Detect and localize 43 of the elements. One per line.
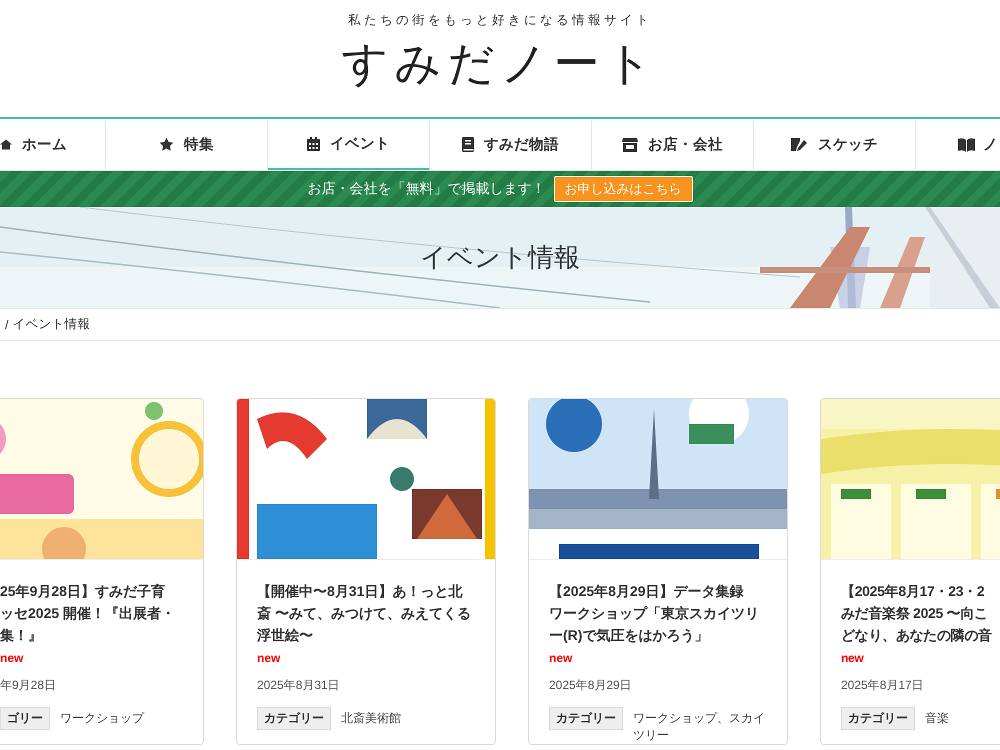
book-icon	[462, 137, 474, 152]
event-title[interactable]: 【2025年8月29日】データ集録 ワークショップ「東京スカイツリ ー(R)で気圧をはかろう」	[549, 580, 767, 646]
new-label: new	[549, 650, 572, 667]
event-title[interactable]: 25年9月28日】すみだ子育 ッセ2025 開催！『出展者・ 集！』	[0, 580, 183, 646]
category-label: カテゴリー	[257, 707, 331, 730]
home-icon	[0, 138, 12, 151]
category-value: ワークショップ	[60, 710, 144, 727]
site-tagline: 私たちの街をもっと好きになる情報サイト	[348, 12, 652, 29]
event-date: 2025年8月29日	[549, 677, 633, 694]
nav-tab[interactable]: ホーム	[0, 119, 106, 170]
nav-tab[interactable]: すみだ物語	[430, 119, 592, 170]
nav-tab[interactable]: お店・会社	[592, 119, 754, 170]
category-label: カテゴリー	[841, 707, 915, 730]
event-card[interactable]: 25年9月28日】すみだ子育 ッセ2025 開催！『出展者・ 集！』 new 年9月28日 ゴリー ワークショップ	[0, 398, 204, 745]
event-date: 2025年8月31日	[257, 677, 341, 694]
promo-text: お店・会社を「無料」で掲載します！	[308, 180, 546, 198]
breadcrumb-current: イベント情報	[12, 316, 90, 333]
category-label: ゴリー	[0, 707, 50, 730]
star-icon	[159, 137, 174, 152]
event-card[interactable]: 【2025年8月17・23・2 みだ音楽祭 2025 〜向こ どなり、あなたの隣の音 new 2025年8月17日 カテゴリー 音楽	[820, 398, 1000, 745]
new-label: new	[257, 650, 280, 667]
pencil-note-icon	[791, 137, 808, 152]
nav-tab[interactable]: 特集	[106, 119, 268, 170]
category-value: 音楽	[925, 710, 949, 727]
open-book-icon	[958, 138, 975, 152]
event-title[interactable]: 【開催中〜8月31日】あ！っと北 斎 〜みて、みつけて、みえてくる 浮世絵〜	[257, 580, 475, 646]
event-date: 2025年8月17日	[841, 677, 925, 694]
page-title: イベント情報	[420, 241, 580, 274]
store-icon	[622, 138, 638, 152]
event-card[interactable]: 【2025年8月29日】データ集録 ワークショップ「東京スカイツリ ー(R)で気圧をはかろう」 new 2025年8月29日 カテゴリー ワークショップ、スカイツリー	[528, 398, 788, 745]
category-value: 北斎美術館	[341, 710, 401, 727]
event-card[interactable]: 【開催中〜8月31日】あ！っと北 斎 〜みて、みつけて、みえてくる 浮世絵〜 new 2025年8月31日 カテゴリー 北斎美術館	[236, 398, 496, 745]
breadcrumb-separator: /	[5, 318, 8, 332]
site-logo[interactable]: すみだノート	[342, 33, 658, 95]
calendar-icon	[307, 136, 320, 150]
new-label: new	[0, 650, 24, 667]
category-label: カテゴリー	[549, 707, 623, 730]
event-title[interactable]: 【2025年8月17・23・2 みだ音楽祭 2025 〜向こ どなり、あなたの隣の音	[841, 580, 1000, 646]
new-label: new	[841, 650, 864, 667]
nav-tab[interactable]: スケッチ	[754, 119, 916, 170]
category-value: ワークショップ、スカイツリー	[633, 710, 766, 744]
nav-tab[interactable]: ノ	[916, 119, 1000, 170]
event-date: 年9月28日	[0, 677, 58, 694]
